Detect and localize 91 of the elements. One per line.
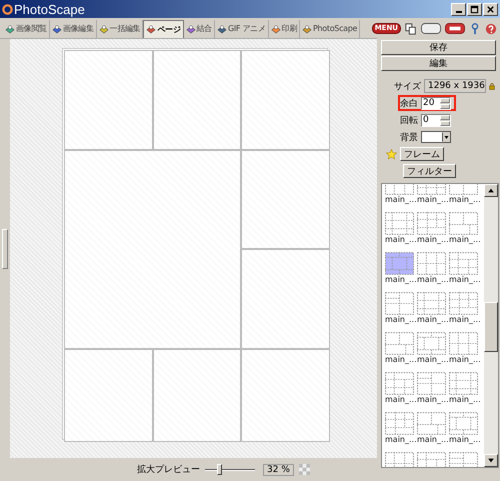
- diamond-icon: [98, 24, 109, 34]
- layout-name: main_...: [385, 275, 417, 285]
- tab[interactable]: 印刷: [268, 20, 300, 38]
- layout-name: main_...: [449, 235, 481, 245]
- minimize-button[interactable]: [451, 2, 466, 16]
- layout-thumbnail[interactable]: [449, 372, 478, 395]
- checker-icon[interactable]: [298, 464, 310, 475]
- maximize-button[interactable]: [467, 2, 482, 16]
- diamond-icon: [52, 24, 62, 34]
- margin-spin-field[interactable]: 20: [421, 96, 451, 110]
- diamond-icon: [216, 24, 227, 34]
- layout-name: main_...: [417, 235, 449, 245]
- rotation-spin-field[interactable]: 0: [421, 114, 451, 126]
- layout-name: main_...: [385, 315, 417, 325]
- margin-label: 余白: [400, 98, 418, 110]
- background-label: 背景: [400, 132, 418, 144]
- layout-name: main_...: [449, 275, 481, 285]
- layout-name: main_...: [449, 435, 481, 445]
- layout-thumbnail[interactable]: [385, 372, 414, 395]
- filter-button[interactable]: フィルター: [403, 164, 456, 178]
- minimize-icon: [456, 10, 462, 12]
- layout-name: main_...: [417, 195, 449, 205]
- layout-thumbnail[interactable]: [417, 252, 446, 275]
- diamond-icon: [186, 24, 196, 34]
- size-label: サイズ: [394, 80, 421, 92]
- scroll-down-icon[interactable]: [484, 454, 498, 467]
- layout-thumbnail[interactable]: [449, 332, 478, 355]
- layout-name: main_...: [385, 235, 417, 245]
- layout-name: main_...: [385, 435, 417, 445]
- scrollbar[interactable]: [484, 184, 498, 467]
- tab[interactable]: ページ: [143, 20, 184, 38]
- logo-icon: [2, 4, 13, 14]
- layout-thumbnail[interactable]: [385, 252, 414, 275]
- maximize-icon: [470, 4, 479, 14]
- scroll-up-icon[interactable]: [484, 184, 498, 197]
- rotation-label: 回転: [400, 114, 418, 126]
- panel-handle[interactable]: [2, 228, 8, 268]
- layout-thumbnail[interactable]: [417, 412, 446, 435]
- help-icon[interactable]: [485, 22, 497, 34]
- layout-thumbnail[interactable]: [385, 332, 414, 355]
- frame-button[interactable]: フレーム: [400, 147, 444, 161]
- star-icon: [386, 148, 397, 160]
- layout-name: main_...: [417, 395, 449, 405]
- layout-thumbnail[interactable]: [449, 292, 478, 315]
- layout-thumbnail[interactable]: [385, 412, 414, 435]
- edit-button[interactable]: 編集: [381, 56, 496, 71]
- tab[interactable]: 一括編集: [96, 20, 144, 38]
- zoom-preview-label: 拡大プレビュー: [137, 463, 200, 476]
- diamond-icon: [5, 24, 15, 34]
- badge-button-icon[interactable]: [445, 23, 465, 34]
- layout-thumbnail[interactable]: [385, 212, 414, 235]
- layout-thumbnail[interactable]: [449, 252, 478, 275]
- background-color-dropdown[interactable]: [421, 131, 451, 143]
- layout-name: main_...: [385, 195, 417, 205]
- tab[interactable]: 画像閲覧: [3, 20, 50, 38]
- close-icon: [486, 4, 495, 14]
- layout-name: main_...: [417, 355, 449, 365]
- diamond-icon: [146, 24, 156, 34]
- layout-name: main_...: [417, 315, 449, 325]
- blank-button-icon[interactable]: [421, 23, 441, 34]
- scrollbar-thumb[interactable]: [484, 302, 498, 352]
- window-title: PhotoScape: [14, 2, 85, 16]
- size-field: 1296 x 1936: [424, 79, 486, 93]
- layout-thumbnail[interactable]: [449, 412, 478, 435]
- tab[interactable]: PhotoScape: [300, 20, 360, 38]
- save-button[interactable]: 保存: [381, 40, 496, 55]
- key-icon[interactable]: [469, 22, 481, 34]
- layout-name: main_...: [449, 315, 481, 325]
- zoom-slider-thumb[interactable]: [216, 464, 222, 474]
- layout-thumbnail[interactable]: [417, 372, 446, 395]
- layout-thumbnail[interactable]: [449, 212, 478, 235]
- layout-name: main_...: [417, 435, 449, 445]
- lock-icon[interactable]: [489, 80, 495, 92]
- layout-thumbnail[interactable]: [385, 292, 414, 315]
- diamond-icon: [302, 24, 312, 34]
- layout-name: main_...: [449, 395, 481, 405]
- layout-name: main_...: [449, 355, 481, 365]
- tab[interactable]: 結合: [184, 20, 215, 38]
- layout-name: main_...: [417, 275, 449, 285]
- layout-thumbnail[interactable]: [417, 292, 446, 315]
- layout-thumbnail[interactable]: [417, 212, 446, 235]
- layout-name: main_...: [385, 355, 417, 365]
- layout-name: main_...: [385, 395, 417, 405]
- tab[interactable]: 画像編集: [50, 20, 97, 38]
- layout-name: main_...: [449, 195, 481, 205]
- close-button[interactable]: [483, 2, 498, 16]
- zoom-value: 32 %: [263, 464, 294, 476]
- tab[interactable]: GIF アニメ: [214, 20, 269, 38]
- diamond-icon: [270, 24, 281, 34]
- layout-thumbnail[interactable]: [417, 332, 446, 355]
- copy-icon[interactable]: [405, 22, 417, 34]
